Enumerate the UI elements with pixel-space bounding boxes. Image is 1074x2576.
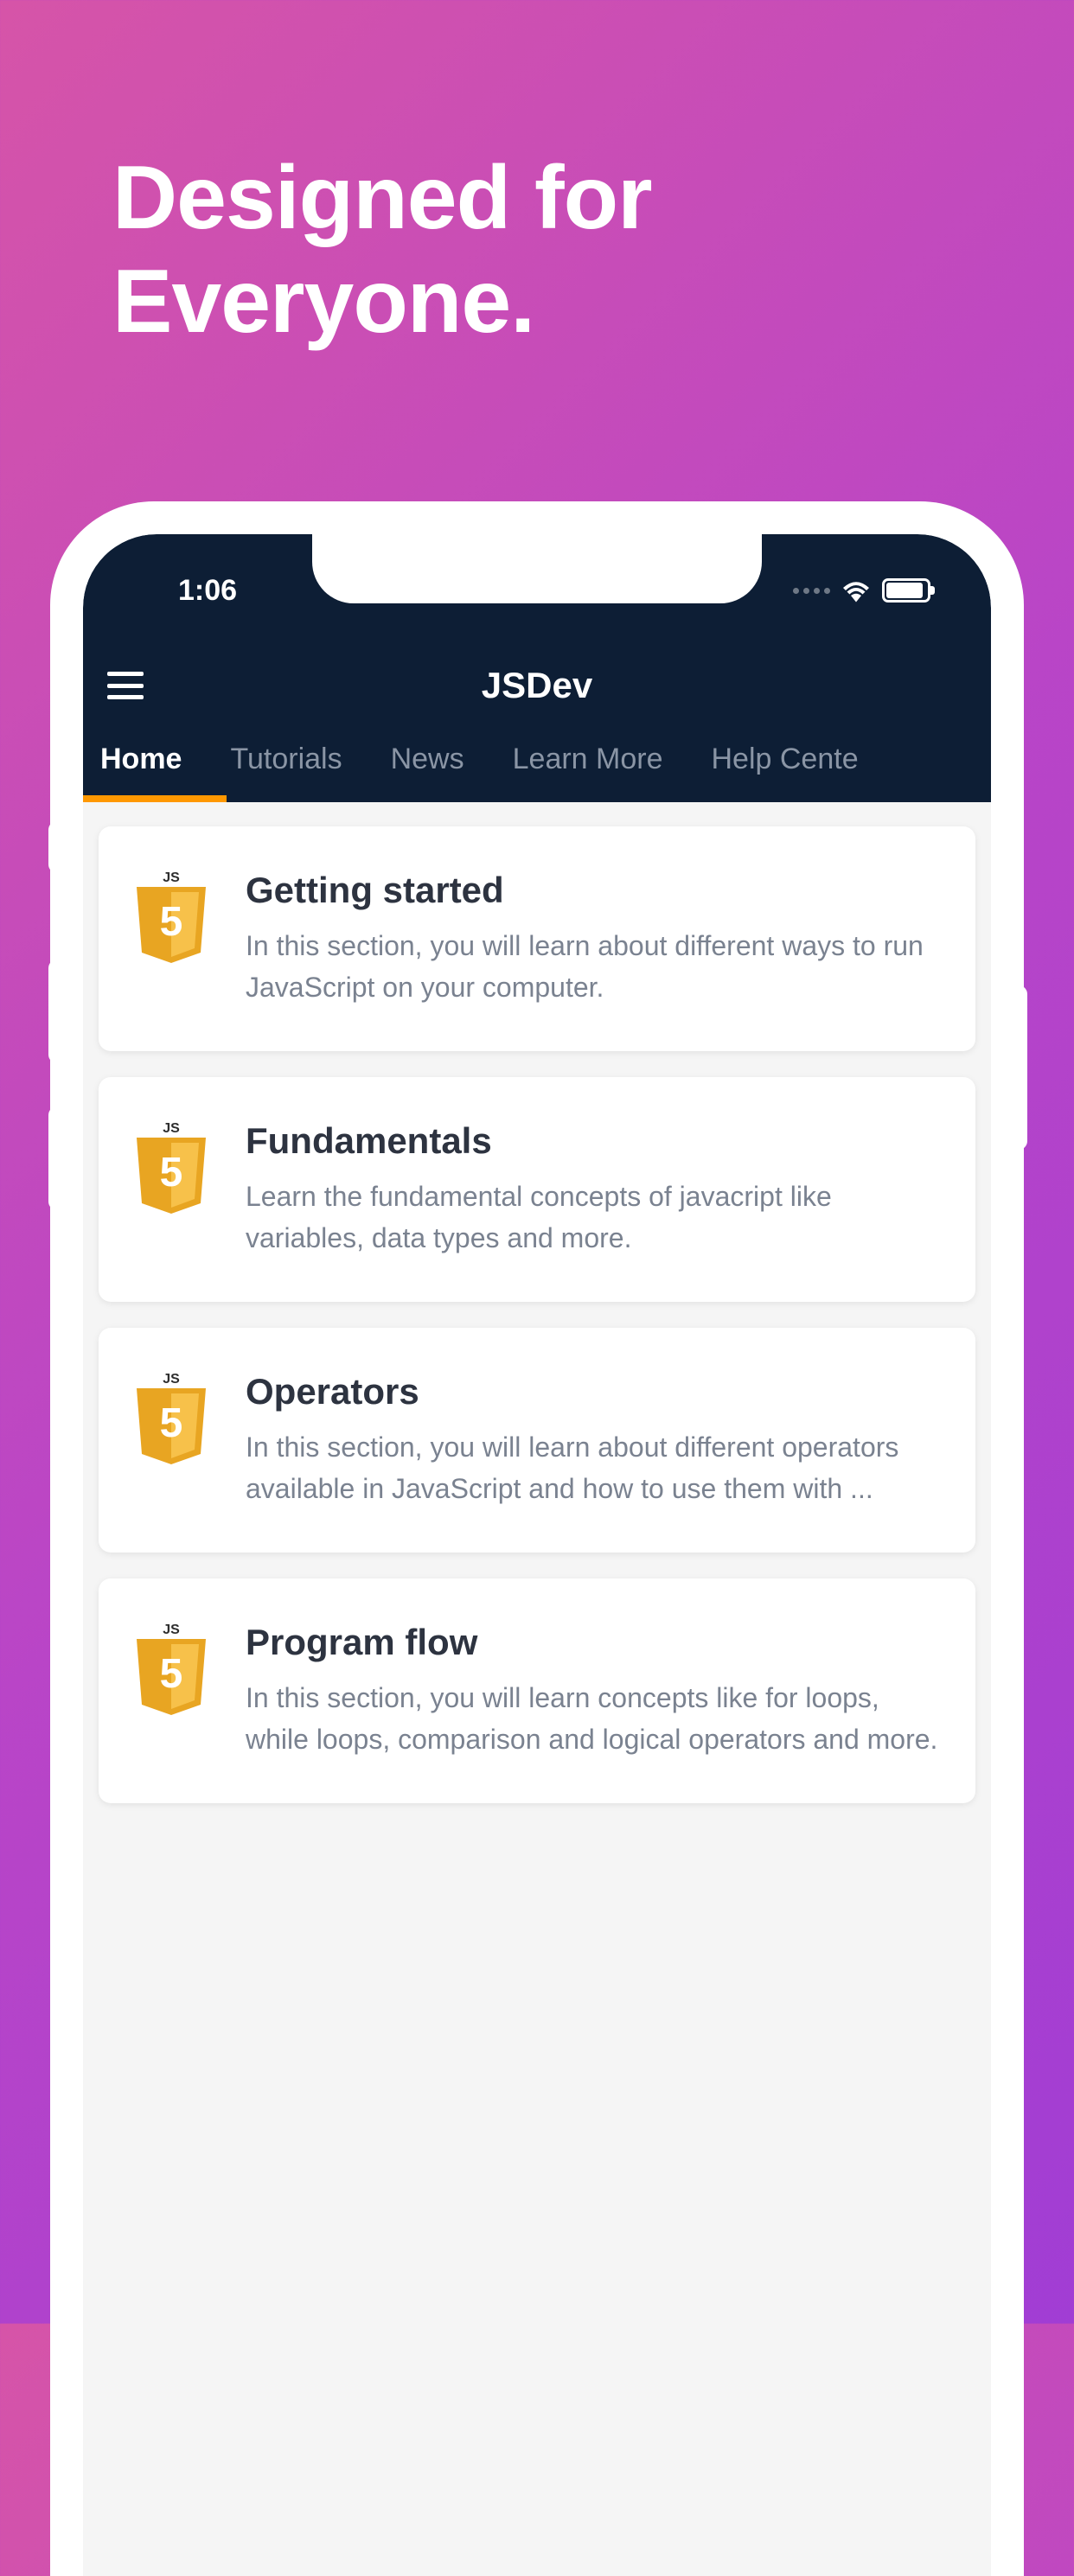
card-operators[interactable]: JS 5 Operators In this section, you will… [99,1328,975,1553]
svg-text:5: 5 [160,1400,183,1446]
svg-text:JS: JS [163,1372,180,1387]
card-title: Getting started [246,870,944,911]
card-content: Getting started In this section, you wil… [246,870,944,1008]
signal-icon [793,588,830,594]
menu-icon[interactable] [107,672,144,699]
svg-text:JS: JS [163,1121,180,1136]
status-time: 1:06 [178,574,237,608]
tab-learn-more[interactable]: Learn More [513,743,663,776]
phone-frame: 1:06 [50,501,1024,2576]
phone-edge-bump [48,1106,59,1210]
phone-edge-bump [1017,985,1027,1150]
card-title: Fundamentals [246,1120,944,1162]
tab-home[interactable]: Home [100,743,182,776]
js-shield-icon: JS 5 [130,1120,213,1215]
tab-news[interactable]: News [391,743,464,776]
status-bar-area: 1:06 [83,534,991,716]
svg-text:5: 5 [160,899,183,945]
content-area: JS 5 Getting started In this section, yo… [83,802,991,1827]
app-header: JSDev [83,655,991,716]
card-content: Fundamentals Learn the fundamental conce… [246,1120,944,1259]
phone-edge-bump [48,821,59,873]
js-shield-icon: JS 5 [130,870,213,965]
hero-title: Designed forEveryone. [112,147,652,354]
svg-text:JS: JS [163,870,180,885]
card-title: Operators [246,1371,944,1412]
phone-screen: 1:06 [83,534,991,2576]
tab-tutorials[interactable]: Tutorials [230,743,342,776]
svg-text:JS: JS [163,1623,180,1637]
status-icons [793,578,930,603]
status-bar: 1:06 [83,569,991,612]
card-description: In this section, you will learn about di… [246,925,944,1008]
svg-text:5: 5 [160,1651,183,1697]
card-getting-started[interactable]: JS 5 Getting started In this section, yo… [99,826,975,1051]
wifi-icon [841,578,872,603]
card-program-flow[interactable]: JS 5 Program flow In this section, you w… [99,1578,975,1803]
card-content: Program flow In this section, you will l… [246,1622,944,1760]
tabs-bar: Home Tutorials News Learn More Help Cent… [83,716,991,802]
card-fundamentals[interactable]: JS 5 Fundamentals Learn the fundamental … [99,1077,975,1302]
card-description: Learn the fundamental concepts of javacr… [246,1176,944,1259]
svg-text:5: 5 [160,1150,183,1196]
js-shield-icon: JS 5 [130,1371,213,1466]
card-description: In this section, you will learn concepts… [246,1677,944,1760]
js-shield-icon: JS 5 [130,1622,213,1717]
app-title: JSDev [482,665,592,706]
phone-edge-bump [48,960,59,1063]
tab-indicator [83,795,227,802]
battery-icon [882,578,930,603]
card-description: In this section, you will learn about di… [246,1426,944,1509]
card-content: Operators In this section, you will lear… [246,1371,944,1509]
tab-help-center[interactable]: Help Cente [712,743,859,776]
card-title: Program flow [246,1622,944,1663]
